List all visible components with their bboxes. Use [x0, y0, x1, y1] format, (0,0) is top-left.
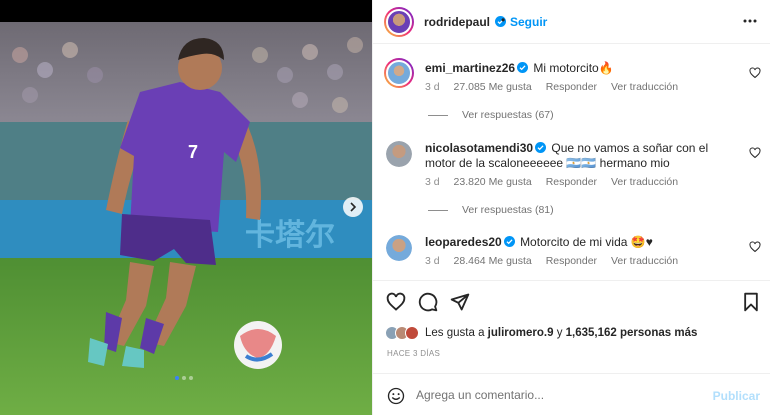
carousel-dot-active	[175, 376, 179, 380]
comment-bubble-icon[interactable]	[418, 292, 438, 312]
reply-button[interactable]: Responder	[546, 176, 597, 188]
comment-text: Mi motorcito🔥	[533, 61, 614, 75]
heart-outline-icon[interactable]	[386, 292, 406, 312]
view-replies-button[interactable]: Ver respuestas (81)	[428, 204, 554, 216]
heart-outline-icon[interactable]	[749, 67, 761, 79]
comment-likes-count[interactable]: 23.820 Me gusta	[454, 176, 532, 188]
commenter-avatar[interactable]	[386, 235, 412, 261]
view-replies-label: Ver respuestas (81)	[462, 204, 554, 216]
paper-plane-icon[interactable]	[450, 292, 470, 312]
translate-button[interactable]: Ver traducción	[611, 81, 678, 93]
verified-badge-icon	[517, 62, 529, 73]
comment-time: 3 d	[425, 255, 440, 267]
liker-avatar	[405, 326, 419, 340]
commenter-avatar[interactable]	[384, 58, 414, 88]
likes-prefix: Les gusta a	[425, 327, 485, 339]
commenter-username-text: leoparedes20	[425, 235, 502, 249]
comment-time: 3 d	[425, 81, 440, 93]
comment-time: 3 d	[425, 176, 440, 188]
view-replies-button[interactable]: Ver respuestas (67)	[428, 109, 554, 121]
svg-text:卡塔尔: 卡塔尔	[245, 219, 335, 252]
likes-connector: y	[556, 327, 563, 339]
translate-button[interactable]: Ver traducción	[611, 176, 678, 188]
replies-divider	[428, 209, 448, 211]
post-header: rodridepaul • Seguir	[373, 0, 770, 44]
post-timestamp[interactable]: HACE 3 DÍAS	[387, 349, 440, 358]
commenter-username-text: emi_martinez26	[425, 61, 516, 75]
verified-badge-icon	[503, 236, 515, 247]
header-separator: •	[501, 13, 506, 27]
next-media-button[interactable]	[343, 197, 363, 217]
comment-meta: 3 d 23.820 Me gusta Responder Ver traduc…	[425, 176, 689, 188]
comment-likes-count[interactable]: 28.464 Me gusta	[454, 255, 532, 267]
post-actions	[373, 280, 770, 320]
svg-text:7: 7	[188, 142, 198, 162]
comment-likes-count[interactable]: 27.085 Me gusta	[454, 81, 532, 93]
author-username-text: rodridepaul	[424, 15, 491, 29]
smiley-icon[interactable]	[387, 387, 405, 405]
comment-body: emi_martinez26 Mi motorcito🔥	[425, 61, 735, 76]
post-side-panel: rodridepaul • Seguir emi_martinez26 Mi m…	[372, 0, 770, 415]
commenter-username[interactable]: nicolasotamendi30	[425, 141, 547, 155]
carousel-dot	[189, 376, 193, 380]
commenter-username-text: nicolasotamendi30	[425, 141, 534, 155]
post-comment-button[interactable]: Publicar	[713, 389, 760, 403]
carousel-dots	[175, 376, 193, 380]
comment-composer: Publicar	[373, 373, 770, 415]
verified-badge-icon	[535, 142, 547, 153]
more-horizontal-icon	[743, 19, 757, 23]
liker-username[interactable]: juliromero.9	[488, 327, 554, 339]
heart-outline-icon[interactable]	[749, 147, 761, 159]
comment-input[interactable]	[416, 385, 696, 405]
commenter-username[interactable]: emi_martinez26	[425, 61, 529, 75]
view-replies-label: Ver respuestas (67)	[462, 109, 554, 121]
heart-outline-icon[interactable]	[749, 241, 761, 253]
liker-avatars	[385, 326, 419, 340]
comment-meta: 3 d 27.085 Me gusta Responder Ver traduc…	[425, 81, 689, 93]
author-avatar[interactable]	[384, 7, 414, 37]
comment-body: nicolasotamendi30 Que no vamos a soñar c…	[425, 141, 735, 171]
post-media[interactable]: 卡塔尔 7	[0, 0, 372, 415]
follow-button[interactable]: Seguir	[510, 15, 547, 29]
bookmark-icon[interactable]	[741, 292, 761, 312]
chevron-right-icon	[350, 202, 357, 212]
translate-button[interactable]: Ver traducción	[611, 255, 678, 267]
replies-divider	[428, 114, 448, 116]
commenter-username[interactable]: leoparedes20	[425, 235, 515, 249]
more-options-button[interactable]	[741, 12, 759, 30]
carousel-dot	[182, 376, 186, 380]
commenter-avatar[interactable]	[386, 141, 412, 167]
likes-others-count[interactable]: 1,635,162 personas más	[566, 327, 698, 339]
reply-button[interactable]: Responder	[546, 81, 597, 93]
reply-button[interactable]: Responder	[546, 255, 597, 267]
comment-text: Motorcito de mi vida 🤩♥	[520, 235, 653, 249]
comment-body: leoparedes20 Motorcito de mi vida 🤩♥	[425, 235, 735, 250]
post-photo: 卡塔尔 7	[0, 0, 372, 415]
author-username[interactable]: rodridepaul	[424, 15, 507, 29]
likes-summary: Les gusta a juliromero.9 y 1,635,162 per…	[385, 325, 697, 341]
comment-meta: 3 d 28.464 Me gusta Responder Ver traduc…	[425, 255, 689, 267]
